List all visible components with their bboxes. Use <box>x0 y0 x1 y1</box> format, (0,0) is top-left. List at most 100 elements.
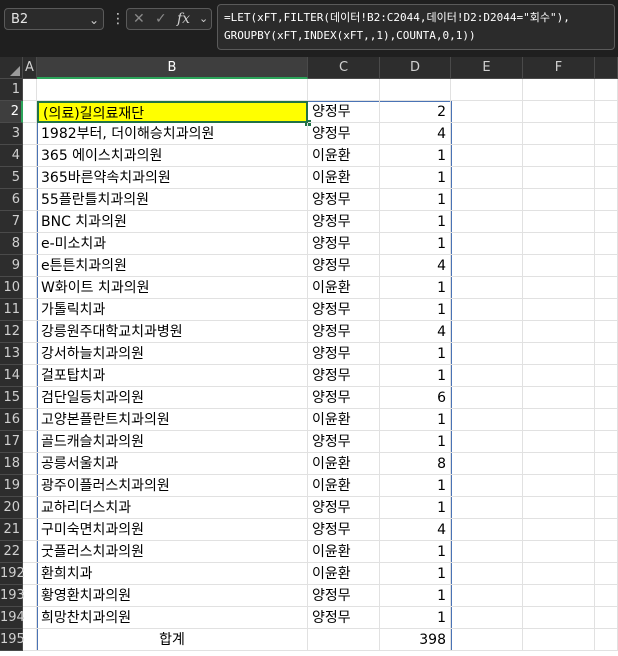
column-header-e[interactable]: E <box>451 57 523 79</box>
cell-a[interactable] <box>23 211 37 233</box>
row-header[interactable]: 195 <box>0 629 25 651</box>
cell-g[interactable] <box>595 321 618 343</box>
cell-f[interactable] <box>523 233 595 255</box>
cell-e[interactable] <box>451 277 523 299</box>
insert-function-icon[interactable]: fx <box>177 9 190 29</box>
row-header[interactable]: 194 <box>0 607 25 629</box>
cell-e[interactable] <box>451 607 523 629</box>
cell-b[interactable]: 걸포탑치과 <box>37 365 308 387</box>
cell-a[interactable] <box>23 497 37 519</box>
cell-f[interactable] <box>523 365 595 387</box>
cell-g[interactable] <box>595 299 618 321</box>
cell-d[interactable]: 1 <box>380 409 451 431</box>
row-header[interactable]: 193 <box>0 585 25 607</box>
cell-c[interactable]: 양정무 <box>308 519 380 541</box>
cell-e[interactable] <box>451 365 523 387</box>
cell-b[interactable]: 55플란틀치과의원 <box>37 189 308 211</box>
cell-f[interactable] <box>523 167 595 189</box>
cell-a[interactable] <box>23 79 37 101</box>
cell-b[interactable]: 검단일등치과의원 <box>37 387 308 409</box>
cell-c[interactable]: 이윤환 <box>308 145 380 167</box>
cell-c[interactable]: 양정무 <box>308 387 380 409</box>
cell-b[interactable]: 구미숙면치과의원 <box>37 519 308 541</box>
cell-b[interactable]: 가톨릭치과 <box>37 299 308 321</box>
column-header-b[interactable]: B <box>37 57 308 79</box>
cell-a[interactable] <box>23 343 37 365</box>
cell-a[interactable] <box>23 409 37 431</box>
cell-b[interactable]: 광주이플러스치과의원 <box>37 475 308 497</box>
cell-b[interactable]: 1982부터, 더이해승치과의원 <box>37 123 308 145</box>
cell-c[interactable]: 양정무 <box>308 365 380 387</box>
row-header[interactable]: 12 <box>0 321 23 343</box>
cell-f[interactable] <box>523 541 595 563</box>
cell-d[interactable]: 1 <box>380 233 451 255</box>
cell-e[interactable] <box>451 79 523 101</box>
cell-f[interactable] <box>523 431 595 453</box>
row-header[interactable]: 11 <box>0 299 23 321</box>
cell-d[interactable]: 6 <box>380 387 451 409</box>
cell-d[interactable]: 4 <box>380 519 451 541</box>
cell-e[interactable] <box>451 299 523 321</box>
cell-a[interactable] <box>23 277 37 299</box>
cell-e[interactable] <box>451 563 523 585</box>
cell-c[interactable]: 양정무 <box>308 101 380 123</box>
cell-e[interactable] <box>451 497 523 519</box>
row-header[interactable]: 22 <box>0 541 23 563</box>
confirm-icon[interactable]: ✓ <box>155 9 167 29</box>
cell-f[interactable] <box>523 211 595 233</box>
cell-f[interactable] <box>523 189 595 211</box>
cell-e[interactable] <box>451 123 523 145</box>
cell-f[interactable] <box>523 101 595 123</box>
cell-c[interactable]: 양정무 <box>308 233 380 255</box>
cell-g[interactable] <box>595 585 618 607</box>
chevron-down-icon[interactable]: ⌄ <box>89 9 99 31</box>
chevron-down-icon[interactable]: ⌄ <box>199 9 208 29</box>
cell-c[interactable] <box>308 79 380 101</box>
name-box[interactable]: B2 ⌄ <box>4 8 104 30</box>
cell-a[interactable] <box>23 585 37 607</box>
cell-a[interactable] <box>23 519 37 541</box>
row-header[interactable]: 2 <box>0 101 23 123</box>
cell-c[interactable]: 양정무 <box>308 123 380 145</box>
cell-c[interactable]: 양정무 <box>308 299 380 321</box>
cell-g[interactable] <box>595 189 618 211</box>
cell-d[interactable]: 2 <box>380 101 451 123</box>
cell-d[interactable]: 398 <box>380 629 451 651</box>
cell-f[interactable] <box>523 299 595 321</box>
row-header[interactable]: 20 <box>0 497 23 519</box>
cell-c[interactable]: 양정무 <box>308 255 380 277</box>
cell-d[interactable]: 1 <box>380 475 451 497</box>
row-header[interactable]: 19 <box>0 475 23 497</box>
cell-a[interactable] <box>23 431 37 453</box>
row-header[interactable]: 6 <box>0 189 23 211</box>
cell-e[interactable] <box>451 541 523 563</box>
cell-b[interactable] <box>37 79 308 101</box>
cell-g[interactable] <box>595 255 618 277</box>
cell-e[interactable] <box>451 629 523 651</box>
cell-a[interactable] <box>23 167 37 189</box>
cell-e[interactable] <box>451 211 523 233</box>
column-header-a[interactable]: A <box>23 57 37 79</box>
cell-g[interactable] <box>595 365 618 387</box>
cell-f[interactable] <box>523 321 595 343</box>
cell-f[interactable] <box>523 475 595 497</box>
cell-d[interactable]: 1 <box>380 497 451 519</box>
cell-g[interactable] <box>595 453 618 475</box>
cell-a[interactable] <box>23 365 37 387</box>
cell-b[interactable]: 환희치과 <box>37 563 308 585</box>
cell-b[interactable]: 365바른약속치과의원 <box>37 167 308 189</box>
column-header-d[interactable]: D <box>380 57 451 79</box>
cell-g[interactable] <box>595 233 618 255</box>
cell-g[interactable] <box>595 519 618 541</box>
cell-e[interactable] <box>451 167 523 189</box>
cell-b[interactable]: 교하리더스치과 <box>37 497 308 519</box>
cell-b[interactable]: 굿플러스치과의원 <box>37 541 308 563</box>
row-header[interactable]: 16 <box>0 409 23 431</box>
cell-g[interactable] <box>595 629 618 651</box>
cell-c[interactable]: 이윤환 <box>308 167 380 189</box>
spreadsheet-grid[interactable]: A B C D E F 1 2 (의료)길의료재단 양정무 2 3 1982부터, 더이해승… <box>0 57 618 656</box>
cell-b[interactable]: BNC 치과의원 <box>37 211 308 233</box>
row-header[interactable]: 21 <box>0 519 23 541</box>
cell-e[interactable] <box>451 321 523 343</box>
cell-a[interactable] <box>23 387 37 409</box>
